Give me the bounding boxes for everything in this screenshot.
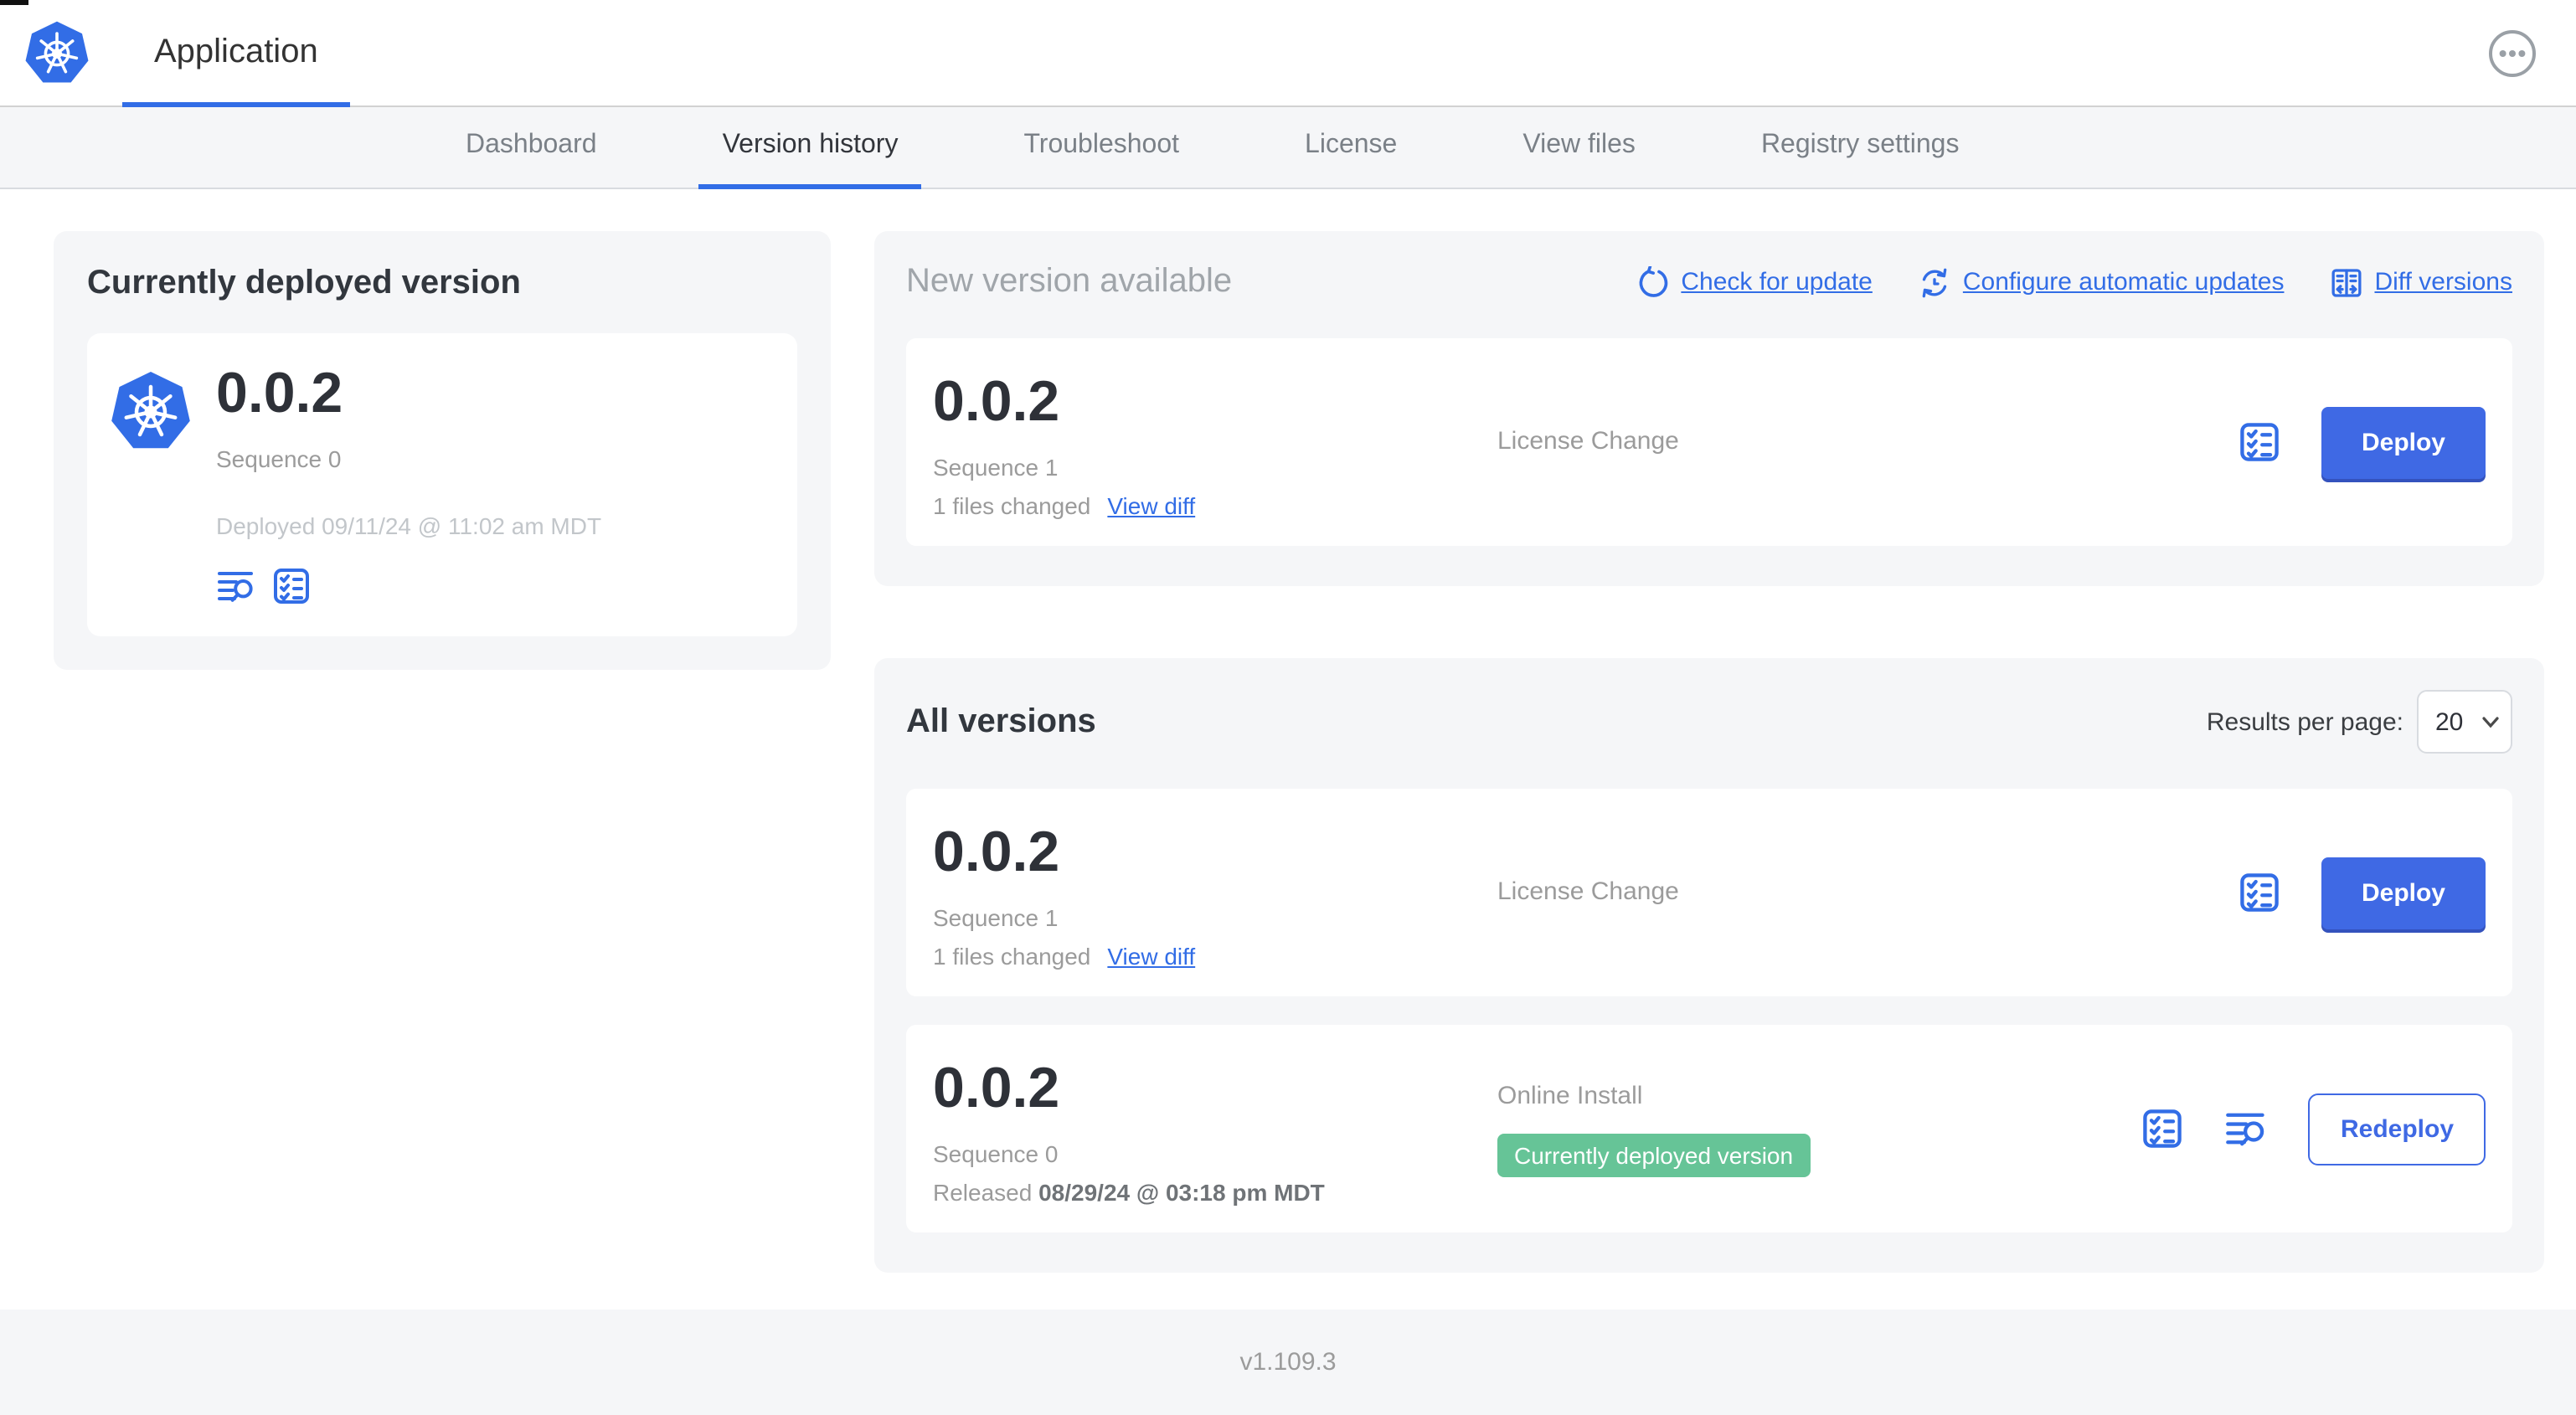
- ellipsis-icon: [2489, 29, 2536, 76]
- app-title: Application: [154, 33, 318, 70]
- currently-deployed-card: 0.0.2 Sequence 0 Deployed 09/11/24 @ 11:…: [87, 333, 797, 636]
- screenshot-artifact: [0, 0, 28, 4]
- configure-automatic-updates-link[interactable]: Configure automatic updates: [1918, 265, 2284, 299]
- files-changed-row: 1 files changed View diff: [933, 492, 1497, 519]
- all-versions-section: All versions Results per page: 20 0.0.2 …: [874, 658, 2544, 1273]
- kubernetes-app-icon: [111, 372, 190, 449]
- version-source: License Change: [1497, 427, 2238, 457]
- preflight-checks-icon[interactable]: [2238, 420, 2281, 464]
- all-versions-title: All versions: [906, 702, 1096, 739]
- preflight-checks-icon[interactable]: [271, 566, 312, 606]
- tab-dashboard[interactable]: Dashboard: [442, 107, 621, 189]
- new-version-header: New version available Check for update C…: [906, 263, 2512, 301]
- version-number: 0.0.2: [933, 370, 1060, 434]
- current-sequence-label: Sequence 0: [216, 445, 342, 472]
- new-version-title: New version available: [906, 263, 1233, 300]
- released-row: Released 08/29/24 @ 03:18 pm MDT: [933, 1179, 1497, 1206]
- deploy-button[interactable]: Deploy: [2321, 406, 2486, 478]
- version-number: 0.0.2: [933, 1057, 1060, 1120]
- current-version-info: 0.0.2 Sequence 0 Deployed 09/11/24 @ 11:…: [216, 357, 601, 606]
- auto-update-clock-icon: [1922, 267, 1947, 297]
- version-actions: Deploy: [2238, 406, 2486, 478]
- version-number: 0.0.2: [933, 821, 1060, 884]
- deployed-timestamp: Deployed 09/11/24 @ 11:02 am MDT: [216, 512, 602, 539]
- sequence-label: Sequence 0: [933, 1140, 1059, 1167]
- version-row: 0.0.2 Sequence 0 Released 08/29/24 @ 03:…: [906, 1025, 2512, 1232]
- update-links: Check for update Configure automatic upd…: [1636, 265, 2512, 299]
- version-meta: 0.0.2 Sequence 1 1 files changed View di…: [933, 365, 1497, 519]
- current-version-number: 0.0.2: [216, 362, 343, 425]
- admin-console-page: Application Dashboard Version history Tr…: [0, 0, 2576, 1415]
- right-column: New version available Check for update C…: [874, 231, 2544, 1273]
- files-changed-row: 1 files changed View diff: [933, 943, 1497, 970]
- console-version: v1.109.3: [1239, 1348, 1337, 1376]
- sequence-label: Sequence 1: [933, 454, 1059, 481]
- source-label: Online Install: [1497, 1081, 1643, 1109]
- version-source: Online Install Currently deployed versio…: [1497, 1081, 2141, 1176]
- released-date: 08/29/24 @ 03:18 pm MDT: [1038, 1179, 1325, 1206]
- diff-icon: [2331, 268, 2361, 296]
- kubernetes-logo-icon: [25, 20, 89, 82]
- version-row: 0.0.2 Sequence 1 1 files changed View di…: [906, 789, 2512, 996]
- source-label: License Change: [1497, 427, 1679, 455]
- files-changed-label: 1 files changed: [933, 943, 1091, 970]
- results-per-page: Results per page: 20: [2207, 690, 2512, 754]
- version-actions: Redeploy: [2141, 1093, 2486, 1165]
- new-version-card: 0.0.2 Sequence 1 1 files changed View di…: [906, 338, 2512, 546]
- main-content: Currently deployed version 0.0.2 Sequenc…: [0, 189, 2576, 1310]
- page-tabs: Dashboard Version history Troubleshoot L…: [0, 107, 2576, 189]
- currently-deployed-title: Currently deployed version: [87, 265, 521, 301]
- currently-deployed-badge: Currently deployed version: [1497, 1133, 1811, 1176]
- tab-troubleshoot[interactable]: Troubleshoot: [1000, 107, 1203, 189]
- version-rows: 0.0.2 Sequence 1 1 files changed View di…: [906, 789, 2512, 1232]
- tab-registry-settings[interactable]: Registry settings: [1738, 107, 1983, 189]
- preflight-checks-icon[interactable]: [2238, 871, 2281, 914]
- new-version-section: New version available Check for update C…: [874, 231, 2544, 586]
- preflight-checks-icon[interactable]: [2141, 1107, 2185, 1150]
- view-logs-icon[interactable]: [216, 566, 256, 606]
- sequence-label: Sequence 1: [933, 904, 1059, 931]
- version-meta: 0.0.2 Sequence 1 1 files changed View di…: [933, 816, 1497, 970]
- view-diff-link[interactable]: View diff: [1107, 492, 1195, 519]
- results-per-page-label: Results per page:: [2206, 708, 2403, 736]
- all-versions-header: All versions Results per page: 20: [906, 690, 2512, 754]
- app-tab-application[interactable]: Application: [122, 0, 350, 107]
- redeploy-button[interactable]: Redeploy: [2308, 1093, 2486, 1165]
- version-actions: Deploy: [2238, 857, 2486, 929]
- results-per-page-select[interactable]: 20: [2417, 690, 2512, 754]
- results-per-page-select-wrap: 20: [2417, 690, 2512, 754]
- tab-view-files[interactable]: View files: [1499, 107, 1659, 189]
- diff-versions-link[interactable]: Diff versions: [2329, 265, 2512, 299]
- source-label: License Change: [1497, 877, 1679, 906]
- version-source: License Change: [1497, 877, 2238, 908]
- app-header: Application: [0, 0, 2576, 107]
- app-footer: v1.109.3: [0, 1310, 2576, 1415]
- overflow-menu-button[interactable]: [2487, 28, 2537, 78]
- current-version-actions: [216, 566, 601, 606]
- deploy-button[interactable]: Deploy: [2321, 857, 2486, 929]
- version-meta: 0.0.2 Sequence 0 Released 08/29/24 @ 03:…: [933, 1052, 1497, 1206]
- files-changed-label: 1 files changed: [933, 492, 1091, 519]
- view-diff-link[interactable]: View diff: [1107, 943, 1195, 970]
- released-prefix: Released: [933, 1179, 1033, 1206]
- currently-deployed-panel: Currently deployed version 0.0.2 Sequenc…: [54, 231, 831, 670]
- view-logs-icon[interactable]: [2225, 1107, 2269, 1150]
- check-for-update-link[interactable]: Check for update: [1636, 265, 1873, 299]
- refresh-icon: [1638, 265, 1667, 296]
- tab-license[interactable]: License: [1281, 107, 1420, 189]
- tab-version-history[interactable]: Version history: [698, 107, 922, 189]
